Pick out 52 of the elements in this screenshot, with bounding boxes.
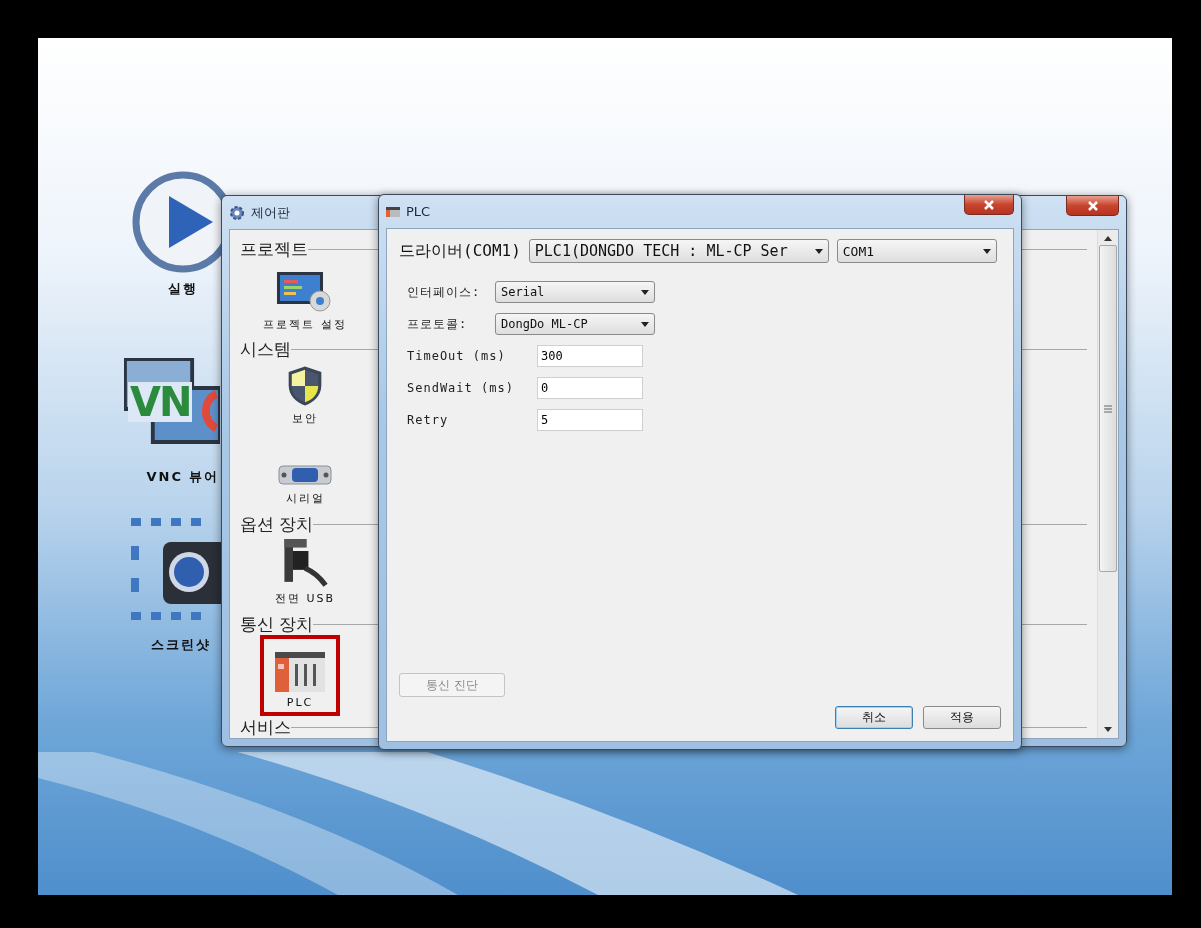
input-field[interactable]: 300 [537, 345, 643, 367]
input-field[interactable]: 5 [537, 409, 643, 431]
scroll-up-icon[interactable] [1104, 236, 1112, 241]
close-icon [983, 199, 995, 210]
dialog-button[interactable]: 적용 [923, 706, 1001, 729]
field-label: 프로토콜: [407, 315, 469, 333]
control-panel-item[interactable]: PLC [260, 635, 340, 716]
item-label: 시리얼 [285, 491, 325, 507]
caret-icon [814, 248, 823, 254]
field-label: Retry [407, 413, 450, 427]
driver-label: 드라이버(COM1) [399, 240, 521, 262]
control-panel-item[interactable]: 시리얼 [240, 432, 370, 514]
caret-icon [641, 289, 649, 295]
caret-icon [982, 248, 991, 254]
close-button[interactable] [964, 195, 1014, 215]
desktop-icon-label[interactable]: 스크린샷 [151, 636, 211, 654]
section-heading: 서비스 [240, 715, 291, 738]
field-label: TimeOut (ms) [407, 349, 507, 363]
field-label: 인터페이스: [407, 283, 482, 301]
dropdown-field[interactable]: DongDo ML-CP [495, 313, 655, 335]
gear-icon [229, 204, 245, 221]
scroll-down-icon[interactable] [1104, 727, 1112, 732]
control-panel-item[interactable]: 프로젝트 설정 [240, 260, 370, 339]
section-heading: 시스템 [240, 338, 291, 362]
item-label: 보안 [292, 410, 318, 426]
monitor-gear-icon [276, 270, 334, 313]
item-label: 프로젝트 설정 [263, 316, 347, 332]
window-title: 제어판 [251, 203, 290, 222]
item-label: PLC [286, 696, 314, 709]
serial-port-icon [278, 463, 332, 488]
caret-icon [641, 321, 649, 327]
input-field[interactable]: 0 [537, 377, 643, 399]
plc-rack-icon [386, 206, 400, 217]
section-heading: 통신 장치 [240, 612, 314, 636]
grip-icon [1104, 404, 1112, 413]
port-select[interactable]: COM1 [836, 239, 997, 263]
plc-rack-icon [275, 652, 325, 692]
item-label: 전면 USB [274, 591, 336, 607]
control-panel-item[interactable]: 보안 [240, 360, 370, 433]
section-heading: 옵션 장치 [240, 512, 314, 536]
dropdown-field[interactable]: Serial [495, 281, 655, 303]
close-button[interactable] [1066, 196, 1119, 216]
driver-select[interactable]: PLC1(DONGDO TECH : ML-CP Ser [528, 239, 829, 263]
window-title: PLC [406, 204, 431, 219]
desktop-icon-label[interactable]: 실행 [168, 280, 198, 298]
field-label: SendWait (ms) [407, 381, 515, 395]
close-icon [1086, 200, 1099, 211]
section-heading: 프로젝트 [240, 237, 308, 261]
dialog-button[interactable]: 취소 [835, 706, 913, 729]
desktop-icon-label[interactable]: VNC 뷰어 [146, 468, 220, 486]
control-panel-item[interactable]: 전면 USB [240, 535, 370, 614]
scrollbar[interactable] [1097, 230, 1118, 738]
